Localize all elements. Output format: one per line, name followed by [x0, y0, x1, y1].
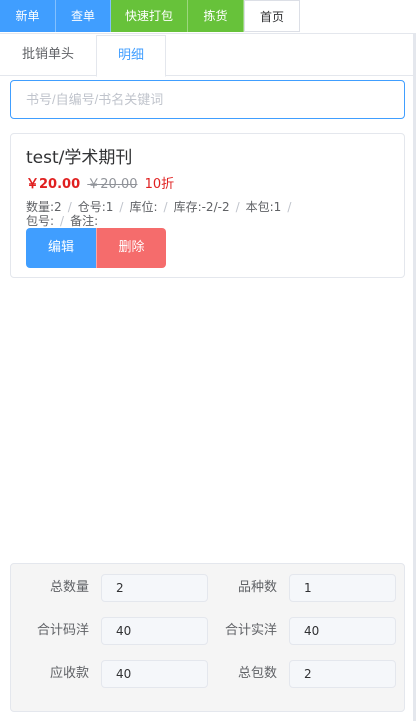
actual-total-field: 40 [289, 617, 396, 645]
pack-no-text: 包号: [26, 214, 55, 228]
location-text: 库位: [129, 200, 158, 214]
separator: / [235, 200, 240, 214]
list-total-label: 合计码洋 [36, 623, 89, 638]
item-card: test/学术期刊 ￥20.00 ￥20.00 10折 数量:2/仓号:1/库位… [10, 133, 405, 278]
search-input[interactable] [10, 80, 405, 119]
quick-pack-button[interactable]: 快速打包 [111, 0, 188, 32]
separator: / [67, 200, 72, 214]
new-order-button[interactable]: 新单 [0, 0, 56, 32]
separator: / [60, 214, 65, 228]
list-total-field: 40 [101, 617, 208, 645]
item-meta: 数量:2/仓号:1/库位: / 库存:-2/-2/本包:1/包号: / 备注: [26, 200, 356, 228]
discount: 10折 [144, 177, 175, 192]
pick-button[interactable]: 拣货 [188, 0, 244, 32]
kinds-field: 1 [289, 574, 396, 602]
receivable-label: 应收款 [49, 666, 89, 681]
kinds-label: 品种数 [237, 580, 277, 595]
search-order-button[interactable]: 查单 [56, 0, 111, 32]
item-title: test/学术期刊 [26, 148, 133, 168]
receivable-field: 40 [101, 660, 208, 688]
sale-price: ￥20.00 [26, 177, 81, 192]
stock-text: 库存:-2/-2 [173, 200, 230, 214]
pack-text: 本包:1 [245, 200, 282, 214]
separator: / [287, 200, 292, 214]
tab-detail[interactable]: 明细 [96, 35, 166, 77]
delete-button[interactable]: 删除 [96, 228, 166, 268]
original-price: ￥20.00 [87, 177, 138, 192]
home-button[interactable]: 首页 [244, 0, 300, 32]
packs-label: 总包数 [237, 666, 277, 681]
total-qty-label: 总数量 [49, 580, 89, 595]
price-row: ￥20.00 ￥20.00 10折 [26, 173, 174, 192]
warehouse-text: 仓号:1 [77, 200, 114, 214]
summary-panel: 总数量 2 品种数 1 合计码洋 40 合计实洋 40 应收款 40 总包数 2 [10, 563, 405, 712]
total-qty-field: 2 [101, 574, 208, 602]
actual-total-label: 合计实洋 [224, 623, 277, 638]
separator: / [119, 200, 124, 214]
top-toolbar: 新单 查单 快速打包 拣货 首页 [0, 0, 416, 34]
tab-header[interactable]: 批销单头 [0, 35, 96, 76]
note-text: 备注: [70, 214, 99, 228]
packs-field: 2 [289, 660, 396, 688]
edit-button[interactable]: 编辑 [26, 228, 96, 268]
separator: / [163, 200, 168, 214]
tab-bar: 批销单头 明细 [0, 35, 416, 77]
quantity-text: 数量:2 [26, 200, 62, 214]
